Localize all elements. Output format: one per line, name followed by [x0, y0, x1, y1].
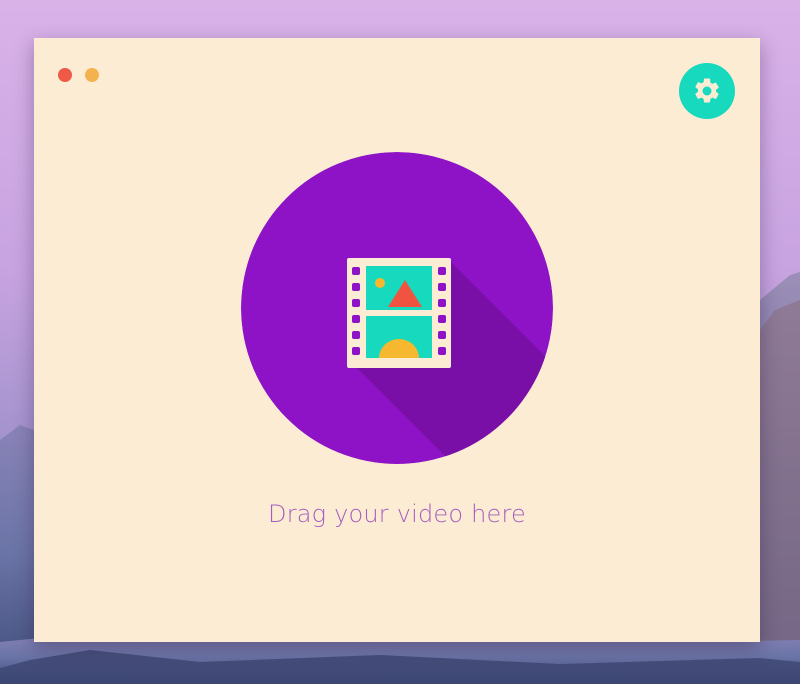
video-drop-zone[interactable] — [241, 152, 553, 464]
window-controls — [58, 68, 99, 82]
settings-button[interactable] — [679, 63, 735, 119]
close-window-button[interactable] — [58, 68, 72, 82]
gear-icon — [695, 78, 719, 103]
drop-instruction-label: Drag your video here — [268, 500, 526, 528]
app-window: Drag your video here — [34, 38, 760, 642]
minimize-window-button[interactable] — [85, 68, 99, 82]
film-image-icon — [241, 152, 553, 464]
